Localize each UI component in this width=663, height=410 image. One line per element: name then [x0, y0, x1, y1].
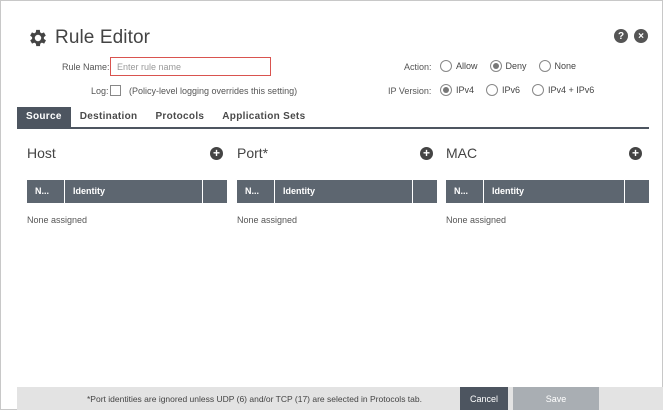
help-icon[interactable]: ? — [614, 29, 628, 43]
cancel-button[interactable]: Cancel — [460, 387, 508, 410]
host-empty-message: None assigned — [27, 215, 88, 225]
port-table-header: N... Identity — [237, 180, 437, 203]
rule-name-input[interactable] — [110, 57, 271, 76]
tab-protocols[interactable]: Protocols — [146, 107, 213, 127]
gear-icon — [30, 29, 46, 47]
ip-v4-radio[interactable]: IPv4 — [440, 84, 474, 96]
header-actions: ? × — [614, 29, 648, 43]
action-allow-radio[interactable]: Allow — [440, 60, 478, 72]
rule-tabs: Source Destination Protocols Application… — [17, 107, 314, 127]
log-checkbox[interactable] — [110, 85, 121, 96]
column-header-name[interactable]: N... — [27, 180, 65, 203]
radio-label: Deny — [505, 61, 527, 71]
column-header-spacer — [203, 180, 227, 203]
tab-application-sets[interactable]: Application Sets — [213, 107, 314, 127]
mac-panel: MAC + N... Identity None assigned — [446, 141, 649, 225]
mac-panel-title: MAC — [446, 145, 478, 161]
tab-destination[interactable]: Destination — [71, 107, 147, 127]
host-panel-title: Host — [27, 145, 56, 161]
column-header-spacer — [625, 180, 649, 203]
add-port-icon[interactable]: + — [420, 146, 433, 160]
radio-circle — [486, 84, 499, 96]
tab-underline — [17, 127, 649, 129]
host-panel-header: Host + — [27, 141, 227, 165]
port-footnote: *Port identities are ignored unless UDP … — [87, 394, 422, 404]
action-deny-radio[interactable]: Deny — [489, 60, 527, 72]
action-none-radio[interactable]: None — [538, 60, 577, 72]
column-header-name[interactable]: N... — [237, 180, 275, 203]
mac-panel-header: MAC + — [446, 141, 646, 165]
host-table-header: N... Identity — [27, 180, 227, 203]
radio-circle — [532, 84, 545, 96]
action-label: Action: — [404, 62, 432, 72]
close-icon[interactable]: × — [634, 29, 648, 43]
host-panel: Host + N... Identity None assigned — [27, 141, 227, 225]
rule-name-label: Rule Name: — [62, 62, 110, 72]
radio-label: Allow — [456, 61, 478, 71]
radio-label: None — [554, 61, 577, 71]
mac-empty-message: None assigned — [446, 215, 507, 225]
dialog-header: Rule Editor — [27, 25, 150, 51]
add-mac-icon[interactable]: + — [629, 146, 642, 160]
port-panel: Port* + N... Identity None assigned — [237, 141, 437, 225]
add-host-icon[interactable]: + — [210, 146, 223, 160]
port-empty-message: None assigned — [237, 215, 298, 225]
radio-label: IPv4 + IPv6 — [548, 85, 595, 95]
column-header-name[interactable]: N... — [446, 180, 484, 203]
radio-circle — [440, 60, 452, 72]
port-panel-title: Port* — [237, 145, 269, 161]
dialog-footer: *Port identities are ignored unless UDP … — [17, 387, 663, 410]
tab-source[interactable]: Source — [17, 107, 71, 127]
ip-version-label: IP Version: — [388, 86, 432, 96]
radio-label: IPv4 — [456, 85, 475, 95]
ip-v6-radio[interactable]: IPv6 — [486, 84, 520, 96]
radio-circle — [538, 60, 551, 72]
save-button[interactable]: Save — [513, 387, 599, 410]
radio-circle — [440, 84, 452, 96]
ip-v4-v6-radio[interactable]: IPv4 + IPv6 — [532, 84, 594, 96]
radio-circle — [489, 60, 502, 72]
rule-editor-dialog: Rule Editor ? × Rule Name: Log: (Policy-… — [0, 0, 663, 410]
log-note: (Policy-level logging overrides this set… — [129, 86, 298, 96]
mac-table-header: N... Identity — [446, 180, 649, 203]
column-header-spacer — [413, 180, 437, 203]
action-radio-group: Allow Deny None — [440, 60, 588, 72]
dialog-title: Rule Editor — [55, 27, 151, 48]
column-header-identity[interactable]: Identity — [484, 180, 625, 203]
ip-version-radio-group: IPv4 IPv6 IPv4 + IPv6 — [440, 84, 606, 96]
column-header-identity[interactable]: Identity — [65, 180, 203, 203]
column-header-identity[interactable]: Identity — [275, 180, 413, 203]
port-panel-header: Port* + — [237, 141, 437, 165]
radio-label: IPv6 — [502, 85, 521, 95]
log-label: Log: — [91, 86, 109, 96]
